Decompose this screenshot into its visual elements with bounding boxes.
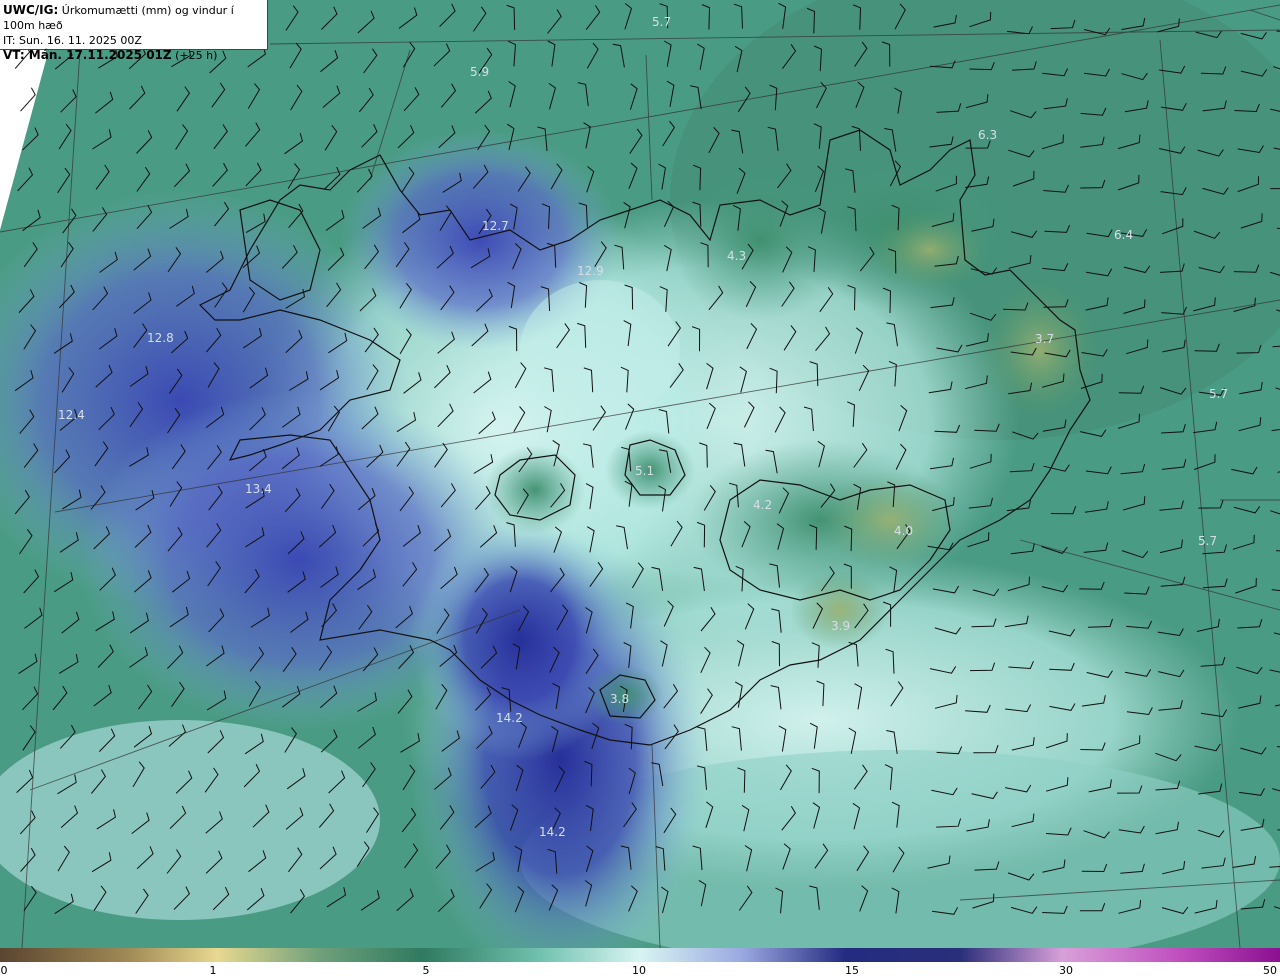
value-label: 3.8	[610, 692, 629, 706]
value-label: 5.7	[652, 15, 671, 29]
value-label: 5.7	[1198, 534, 1217, 548]
value-label: 4.0	[894, 524, 913, 538]
colorbar-tick: 10	[632, 964, 646, 977]
colorbar-tick: 0	[0, 964, 8, 977]
value-label: 5.1	[635, 464, 654, 478]
value-label: 12.7	[482, 219, 509, 233]
initial-time: IT: Sun. 16. 11. 2025 00Z	[3, 34, 142, 47]
colorbar-tick: 30	[1059, 964, 1073, 977]
value-label: 12.9	[577, 264, 604, 278]
valid-time: VT: Mán. 17.11.2025 01Z	[3, 48, 172, 62]
value-label: 4.3	[727, 249, 746, 263]
valid-time-line: VT: Mán. 17.11.2025 01Z (+25 h)	[3, 48, 267, 63]
value-label: 12.4	[58, 408, 85, 422]
precipitation-map: 5.7 5.9 6.3 6.4 12.7 12.9 4.3 3.7 5.7 12…	[0, 0, 1280, 978]
title-line: UWC/IG: Úrkomumætti (mm) og vindur í 100…	[3, 3, 267, 33]
value-label: 14.2	[539, 825, 566, 839]
forecast-hour: (+25 h)	[175, 49, 218, 62]
colorbar-tick: 50	[1263, 964, 1277, 977]
value-label: 6.4	[1114, 228, 1133, 242]
colorbar	[0, 948, 1280, 962]
value-label: 14.2	[496, 711, 523, 725]
value-label: 5.7	[1209, 387, 1228, 401]
colorbar-labels: 0 1 5 10 15 30 50	[0, 962, 1280, 978]
value-label: 13.4	[245, 482, 272, 496]
colorbar-tick: 5	[422, 964, 430, 977]
value-label: 3.7	[1035, 332, 1054, 346]
colorbar-tick: 1	[209, 964, 217, 977]
value-label: 5.9	[470, 65, 489, 79]
value-label: 3.9	[831, 619, 850, 633]
value-label: 12.8	[147, 331, 174, 345]
model-prefix: UWC/IG:	[3, 3, 59, 17]
value-label: 6.3	[978, 128, 997, 142]
value-label: 4.2	[753, 498, 772, 512]
map-header: UWC/IG: Úrkomumætti (mm) og vindur í 100…	[0, 0, 268, 62]
colorbar-tick: 15	[845, 964, 859, 977]
